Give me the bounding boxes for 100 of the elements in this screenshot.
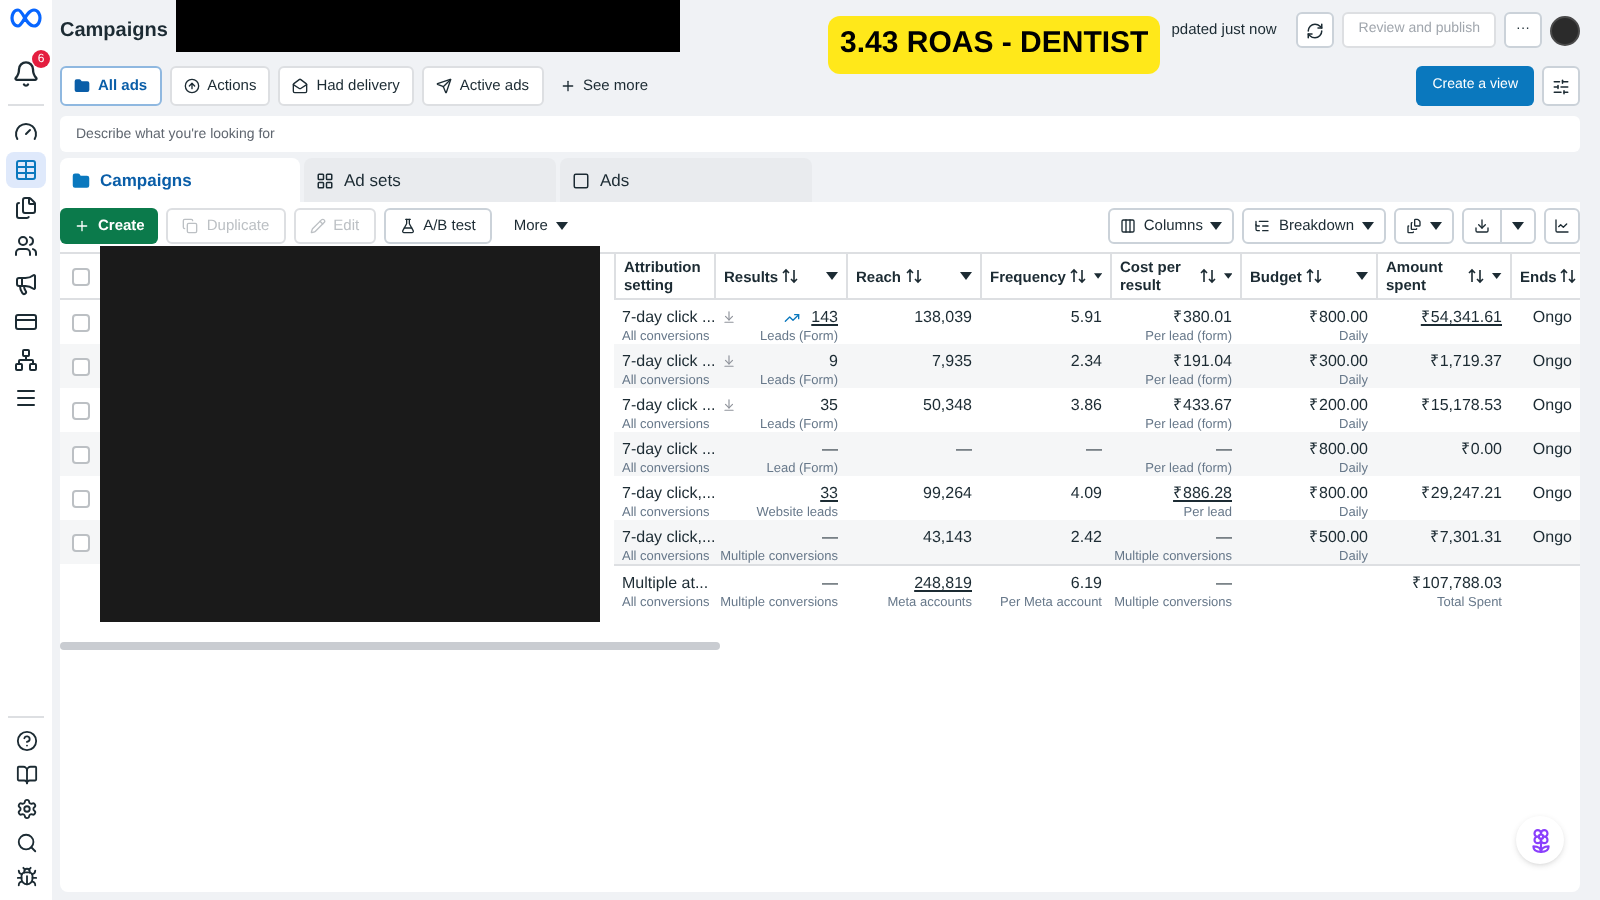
caret-icon [1210, 222, 1223, 230]
flower-icon [1527, 827, 1553, 853]
cell-value: 35 [820, 394, 838, 416]
cell-value: ₹500.00 [1309, 526, 1368, 548]
caret-icon [1223, 272, 1232, 280]
bug-icon[interactable] [15, 866, 37, 888]
arrow-circle-icon [183, 78, 200, 94]
plus-icon [74, 218, 90, 234]
cell-value: Ongo [1532, 482, 1572, 504]
cell-value: 50,348 [923, 394, 972, 416]
download-icon[interactable] [722, 310, 736, 324]
cell-value: 5.91 [1070, 306, 1102, 328]
caret-icon [1430, 222, 1442, 230]
checkbox[interactable] [71, 357, 89, 375]
copy-icon [182, 218, 199, 234]
cell-value[interactable]: 143 [811, 306, 838, 328]
checkbox[interactable] [71, 445, 89, 463]
caret-icon [1362, 222, 1374, 230]
checkbox[interactable] [71, 267, 89, 285]
tab[interactable]: Ads [560, 158, 812, 202]
settings-icon[interactable] [15, 798, 37, 820]
refresh-button[interactable] [1296, 12, 1335, 48]
cell-value[interactable]: ₹886.28 [1173, 482, 1232, 504]
banner: 3.43 ROAS - DENTIST [828, 16, 1161, 74]
bell-icon[interactable] [12, 60, 40, 88]
menu-icon [14, 386, 38, 410]
pages-icon [14, 196, 38, 220]
tab[interactable]: Ad sets [304, 158, 556, 202]
cell-value: 2.42 [1070, 526, 1102, 548]
cell-value[interactable]: ₹54,341.61 [1420, 306, 1502, 328]
trend-icon [784, 309, 800, 325]
cell-value: ₹800.00 [1309, 306, 1368, 328]
download-icon[interactable] [722, 354, 736, 368]
book-icon[interactable] [15, 764, 37, 786]
chart-icon [1554, 218, 1570, 234]
sort-icon [1468, 268, 1485, 284]
cell-value: ₹29,247.21 [1420, 482, 1502, 504]
sliders-icon [1552, 77, 1570, 95]
cell-value: 9 [829, 350, 838, 372]
cell-value: ₹433.67 [1173, 394, 1232, 416]
checkbox[interactable] [71, 489, 89, 507]
square-icon [572, 171, 590, 189]
pencil-icon [309, 218, 326, 234]
infinity-logo-icon[interactable] [10, 8, 42, 28]
cell-value: 4.09 [1070, 482, 1102, 504]
cell-value: ₹380.01 [1173, 306, 1232, 328]
cell-value[interactable]: 33 [820, 482, 838, 504]
cell-value: ₹107,788.03 [1411, 572, 1502, 594]
gauge-icon [14, 120, 38, 144]
search-icon[interactable] [15, 832, 37, 854]
cell-value: — [822, 526, 838, 548]
filter-settings-button[interactable] [1542, 66, 1580, 106]
card-icon [14, 310, 38, 334]
cell-value: 43,143 [923, 526, 972, 548]
checkbox[interactable] [71, 313, 89, 331]
caret-icon [1356, 272, 1368, 280]
cell-value: 7-day click,... [622, 482, 716, 504]
cell-value: Ongo [1532, 350, 1572, 372]
caret-icon [826, 272, 838, 280]
people-icon [14, 234, 38, 258]
cell-value: — [822, 438, 838, 460]
sort-icon [782, 268, 799, 284]
checkbox[interactable] [71, 533, 89, 551]
page-title: Campaigns [60, 17, 168, 45]
chart-button[interactable] [1544, 208, 1580, 244]
caret-icon [1492, 272, 1502, 280]
reports-dropdown-button[interactable] [1394, 208, 1454, 244]
columns-icon [1119, 218, 1136, 234]
sort-icon [905, 268, 922, 284]
cell-value: ₹800.00 [1309, 482, 1368, 504]
checkbox[interactable] [71, 401, 89, 419]
sort-icon [1560, 268, 1577, 284]
download-icon [1474, 218, 1490, 234]
avatar[interactable] [1550, 15, 1580, 45]
cell-value: — [1216, 438, 1232, 460]
sort-icon [1199, 268, 1216, 284]
cell-value: Ongo [1532, 306, 1572, 328]
table-icon [14, 158, 38, 182]
tab[interactable]: Campaigns [60, 158, 300, 202]
cell-value: ₹7,301.31 [1429, 526, 1502, 548]
refresh-icon [1306, 21, 1325, 39]
help-icon[interactable] [15, 730, 37, 752]
cell-value: — [822, 572, 838, 594]
cell-value: Ongo [1532, 526, 1572, 548]
cell-value: ₹800.00 [1309, 438, 1368, 460]
plus-icon [559, 78, 575, 94]
cell-value: 7-day click,... [622, 526, 716, 548]
cell-value: — [1086, 438, 1102, 460]
flask-icon [399, 218, 416, 234]
cell-value: 99,264 [923, 482, 972, 504]
download-icon[interactable] [722, 398, 736, 412]
megaphone-icon [14, 272, 38, 296]
scrollbar[interactable] [60, 642, 720, 650]
cell-value[interactable]: 248,819 [914, 572, 972, 594]
cell-value: ₹200.00 [1309, 394, 1368, 416]
cell-value: Multiple at... [622, 572, 709, 594]
network-icon [14, 348, 38, 372]
export-button-group[interactable] [1462, 208, 1536, 244]
cell-value: — [1216, 526, 1232, 548]
folder-icon [72, 171, 90, 189]
